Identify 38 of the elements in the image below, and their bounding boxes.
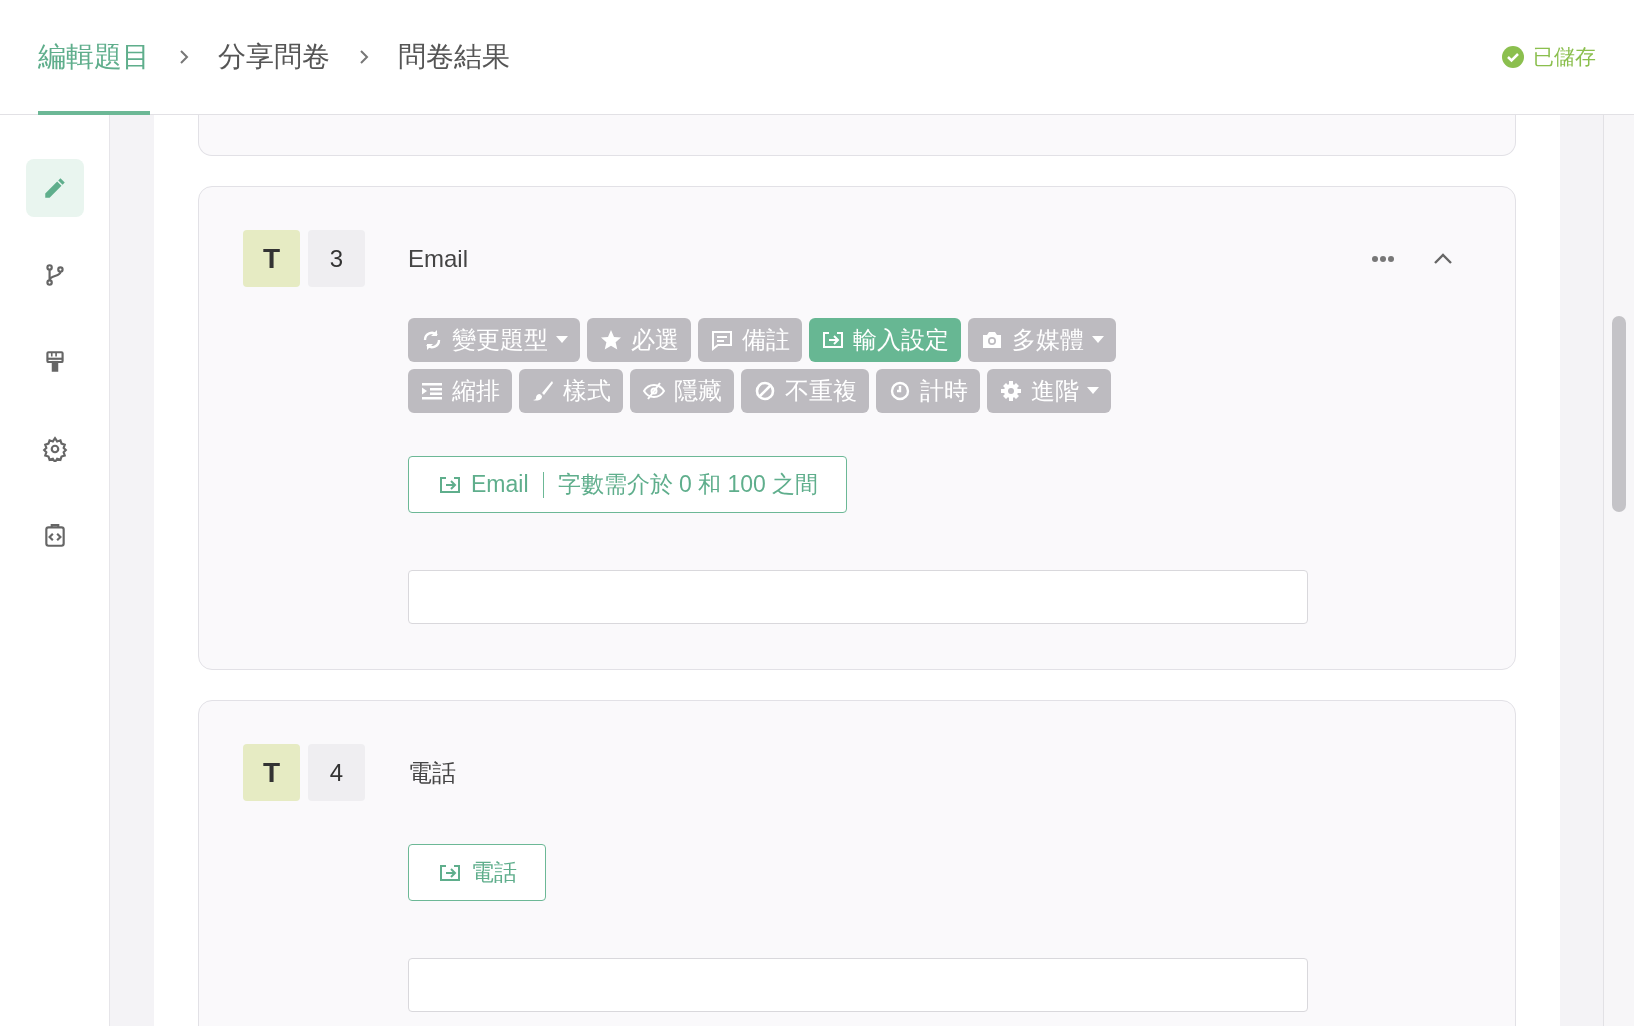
toolbar-button[interactable]: 變更題型 — [408, 318, 580, 362]
caret-icon — [556, 336, 568, 344]
question-type-badge: T — [243, 744, 300, 801]
input-setting-button[interactable]: Email 字數需介於 0 和 100 之間 — [408, 456, 848, 513]
star-icon — [599, 328, 623, 352]
breadcrumb-tab[interactable]: 問卷結果 — [398, 0, 510, 115]
check-circle-icon — [1501, 45, 1525, 69]
clock-icon — [888, 379, 912, 403]
more-icon — [1371, 254, 1395, 263]
question-title: Email — [408, 243, 468, 274]
toolbar-button[interactable]: 備註 — [698, 318, 802, 362]
toolbar-button[interactable]: 計時 — [876, 369, 980, 413]
settings-icon — [41, 436, 68, 462]
input-setting-button[interactable]: 電話 — [408, 844, 546, 901]
toolbar-button[interactable]: 必選 — [587, 318, 691, 362]
ban-icon — [753, 379, 777, 403]
caret-icon — [1087, 387, 1099, 395]
question-number: 3 — [308, 230, 365, 287]
toolbar-button[interactable]: 樣式 — [519, 369, 623, 413]
question-title: 電話 — [408, 757, 456, 788]
toolbar-button[interactable]: 輸入設定 — [809, 318, 961, 362]
toolbar-button[interactable]: 多媒體 — [968, 318, 1116, 362]
gear-icon — [999, 379, 1023, 403]
toolbar-button[interactable]: 縮排 — [408, 369, 512, 413]
answer-field[interactable] — [408, 958, 1308, 1012]
toolbar-button[interactable]: 隱藏 — [630, 369, 734, 413]
toolbar-button[interactable]: 不重複 — [741, 369, 869, 413]
question-type-badge: T — [243, 230, 300, 287]
caret-icon — [1092, 336, 1104, 344]
answer-field[interactable] — [408, 570, 1308, 624]
sidebar-button[interactable] — [25, 159, 84, 217]
save-status: 已儲存 — [1533, 44, 1596, 71]
comment-icon — [710, 328, 734, 352]
breadcrumb-tab[interactable]: 分享問卷 — [218, 0, 330, 115]
scrollbar-thumb[interactable] — [1612, 316, 1626, 512]
chevron-up-icon — [1433, 252, 1453, 265]
toolbar-button[interactable]: 進階 — [987, 369, 1111, 413]
question-number: 4 — [308, 744, 365, 801]
